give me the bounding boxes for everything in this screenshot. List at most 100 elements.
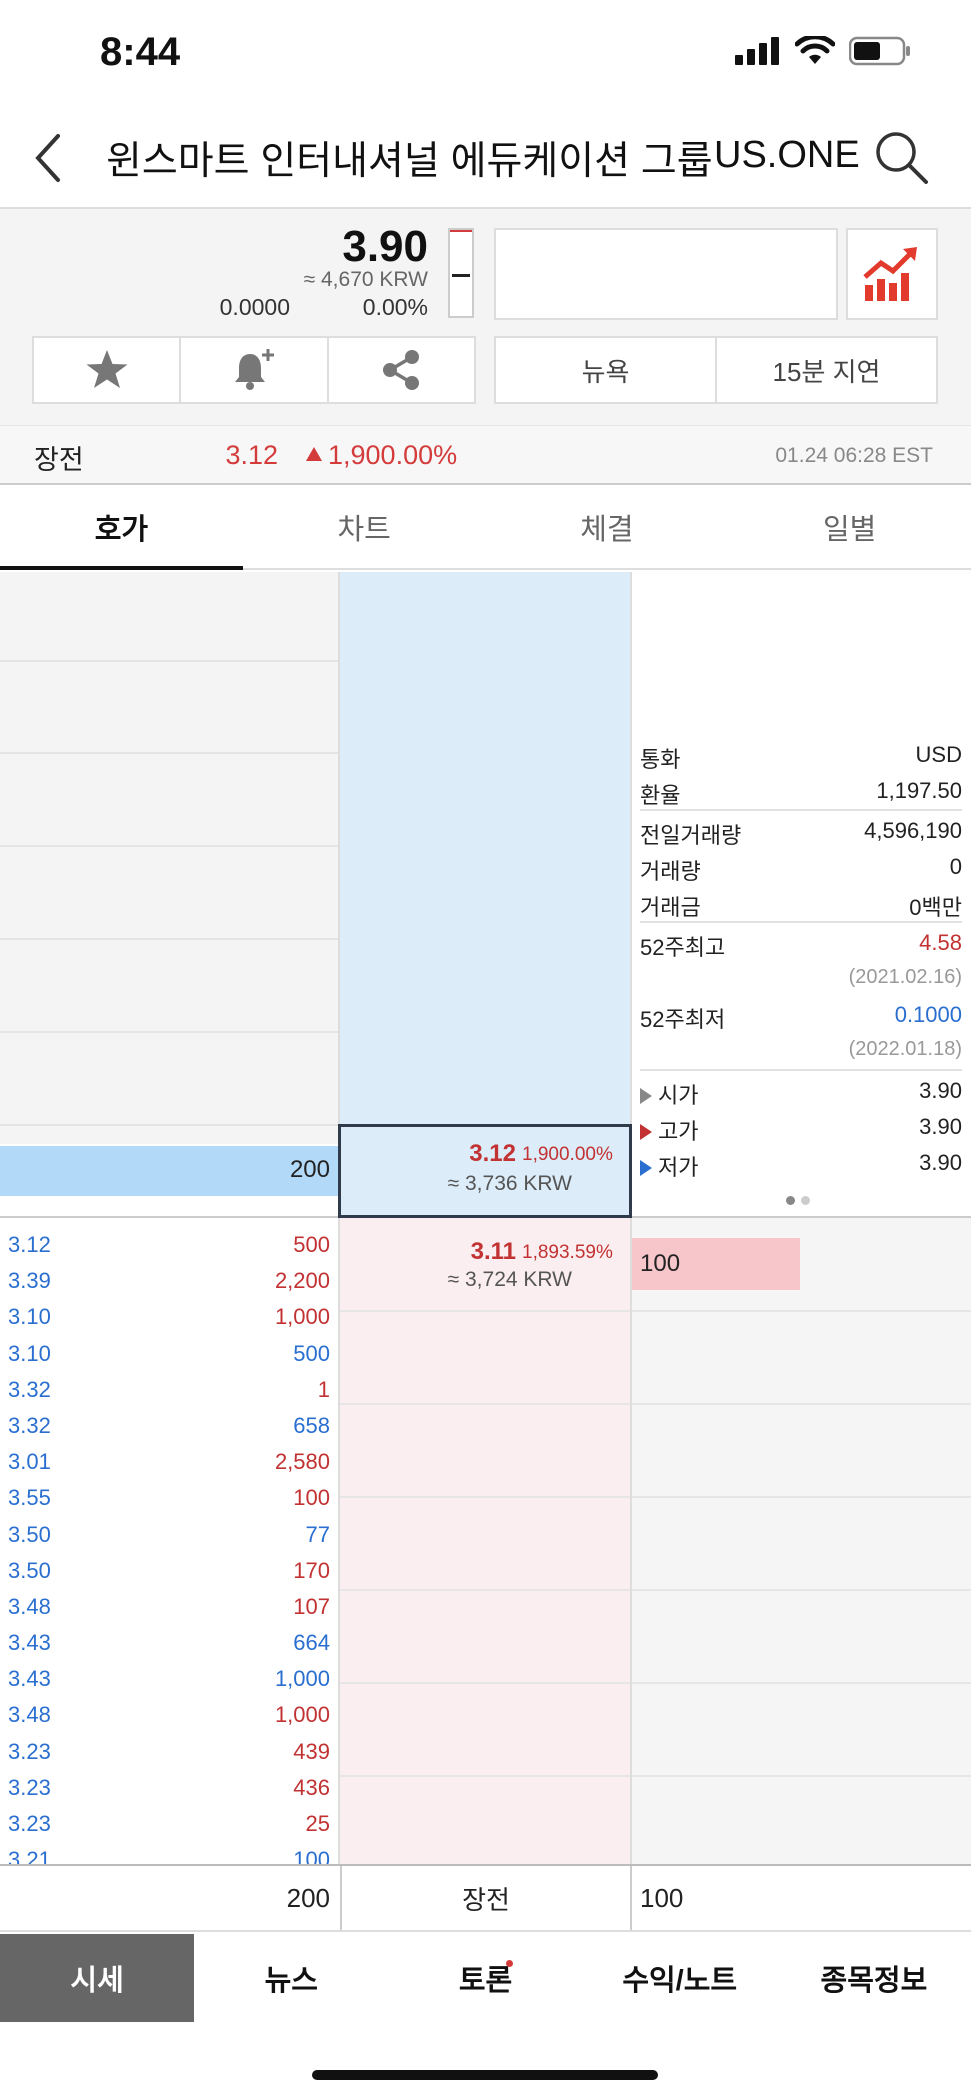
- share-icon: [383, 350, 420, 390]
- page-title: 윈스마트 인터내셔널 에듀케이션 그룹: [106, 140, 713, 183]
- trade-qty: 1,000: [274, 1304, 330, 1330]
- status-icons: [735, 36, 911, 66]
- wifi-icon: [795, 36, 835, 64]
- favorite-button[interactable]: [34, 338, 182, 402]
- trade-price: 3.01: [8, 1449, 51, 1475]
- search-button[interactable]: [872, 128, 932, 188]
- trade-qty: 100: [293, 1847, 330, 1864]
- info-52w-low-date: (2022.01.18): [848, 1038, 962, 1060]
- info-label: 52주최고: [640, 935, 726, 960]
- market-info: 뉴욕 15분 지연: [494, 336, 938, 404]
- summary-bid-total: 100: [640, 1882, 684, 1913]
- ask-qty-value: 200: [289, 1156, 330, 1183]
- trade-price: 3.50: [8, 1521, 51, 1547]
- trade-row: 3.10 500: [0, 1335, 338, 1371]
- bid-price-column: [338, 1218, 631, 1864]
- orderbook-summary: 200 장전 100: [0, 1864, 971, 1932]
- trade-list[interactable]: 3.12 500 3.39 2,200 3.10 1,000 3.10 500 3.32 1 3.3…: [0, 1226, 338, 1864]
- nav-news[interactable]: 뉴스: [194, 1934, 388, 2022]
- info-52w-low: 0.1000: [894, 1002, 962, 1027]
- info-label: 통화: [640, 747, 681, 772]
- alert-button[interactable]: [181, 338, 329, 402]
- trade-row: 3.50 170: [0, 1552, 338, 1588]
- action-buttons: [32, 336, 476, 404]
- trade-row: 3.21 100: [0, 1841, 338, 1864]
- nav-profit-notes[interactable]: 수익/노트: [583, 1934, 777, 2022]
- page-indicator[interactable]: [786, 1196, 810, 1205]
- ask-price-column: [338, 572, 631, 1218]
- search-icon: [876, 132, 928, 184]
- trade-qty: 107: [293, 1593, 330, 1619]
- trade-row: 3.10 1,000: [0, 1298, 338, 1334]
- trade-price: 3.48: [8, 1593, 51, 1619]
- trade-row: 3.55 100: [0, 1479, 338, 1515]
- trade-price: 3.32: [8, 1376, 51, 1402]
- orderbook-current-pct: 1,900.00%: [522, 1144, 613, 1165]
- trade-row: 3.32 1: [0, 1371, 338, 1407]
- blue-triangle-icon: [640, 1160, 652, 1176]
- share-button[interactable]: [329, 338, 474, 402]
- trade-qty: 436: [293, 1774, 330, 1800]
- ticker-symbol: US.ONE: [714, 134, 860, 176]
- trade-row: 3.12 500: [0, 1226, 338, 1262]
- info-label: 고가: [658, 1119, 699, 1144]
- info-high: 3.90: [919, 1114, 962, 1139]
- nav-stock-info[interactable]: 종목정보: [777, 1934, 971, 2022]
- trade-price: 3.50: [8, 1557, 51, 1583]
- tab-chart[interactable]: 차트: [243, 486, 486, 568]
- new-dot-icon: [506, 1960, 514, 1967]
- trade-row: 3.50 77: [0, 1516, 338, 1552]
- tab-daily[interactable]: 일별: [728, 486, 971, 568]
- price-change-pct: 0.00%: [362, 294, 428, 320]
- trade-price: 3.39: [8, 1268, 51, 1294]
- trade-row: 3.43 664: [0, 1624, 338, 1660]
- info-label: 52주최저: [640, 1007, 726, 1032]
- price-change: 0.0000: [219, 294, 290, 320]
- bottom-nav: 시세 뉴스 토론 수익/노트 종목정보: [0, 1934, 971, 2022]
- nav-discussion[interactable]: 토론: [388, 1934, 582, 2022]
- trade-qty: 25: [305, 1811, 330, 1836]
- info-low: 3.90: [919, 1150, 962, 1175]
- delay-label: 15분 지연: [772, 356, 881, 387]
- current-price-cell[interactable]: [338, 1124, 632, 1218]
- premarket-change-pct: 1,900.00%: [328, 440, 458, 470]
- tab-orderbook[interactable]: 호가: [0, 486, 243, 570]
- trend-chart-icon: [863, 247, 917, 301]
- bell-plus-icon: [234, 349, 274, 390]
- trade-price: 3.12: [8, 1232, 51, 1257]
- trade-qty: 77: [305, 1521, 330, 1547]
- star-icon: [86, 350, 128, 388]
- trade-row: 3.23 436: [0, 1769, 338, 1805]
- back-button[interactable]: [30, 128, 70, 188]
- trade-qty: 1,000: [274, 1702, 330, 1728]
- trade-qty: 439: [293, 1738, 330, 1764]
- info-amount: 0백만: [909, 895, 962, 920]
- orderbook-bid-price[interactable]: 3.11: [340, 1238, 516, 1266]
- tab-bar: 호가 차트 체결 일별: [0, 486, 971, 570]
- chart-button[interactable]: [846, 228, 938, 320]
- nav-quote[interactable]: 시세: [0, 1934, 195, 2022]
- trade-row: 3.48 1,000: [0, 1696, 338, 1732]
- up-triangle-icon: [306, 447, 322, 461]
- summary-ask-total: 200: [286, 1882, 330, 1913]
- trade-qty: 658: [293, 1412, 330, 1438]
- market-label: 뉴욕: [496, 338, 717, 402]
- trade-row: 3.23 439: [0, 1733, 338, 1769]
- nav-discussion-label: 토론: [458, 1965, 513, 1997]
- tab-trades[interactable]: 체결: [486, 486, 729, 568]
- trade-price: 3.23: [8, 1738, 51, 1764]
- info-label: 시가: [658, 1083, 699, 1108]
- cellular-signal-icon: [735, 37, 779, 65]
- trade-qty: 2,580: [274, 1449, 330, 1475]
- column-divider: [630, 572, 632, 1864]
- trade-qty: 500: [293, 1232, 330, 1257]
- premarket-time: 01.24 06:28 EST: [775, 444, 933, 467]
- trade-price: 3.32: [8, 1412, 51, 1438]
- info-label: 저가: [658, 1155, 699, 1180]
- trade-qty: 170: [293, 1557, 330, 1583]
- premarket-label: 장전: [34, 445, 84, 475]
- trade-price: 3.48: [8, 1702, 51, 1728]
- info-label: 전일거래량: [640, 823, 742, 848]
- gray-triangle-icon: [640, 1088, 652, 1104]
- trade-qty: 1: [317, 1376, 330, 1402]
